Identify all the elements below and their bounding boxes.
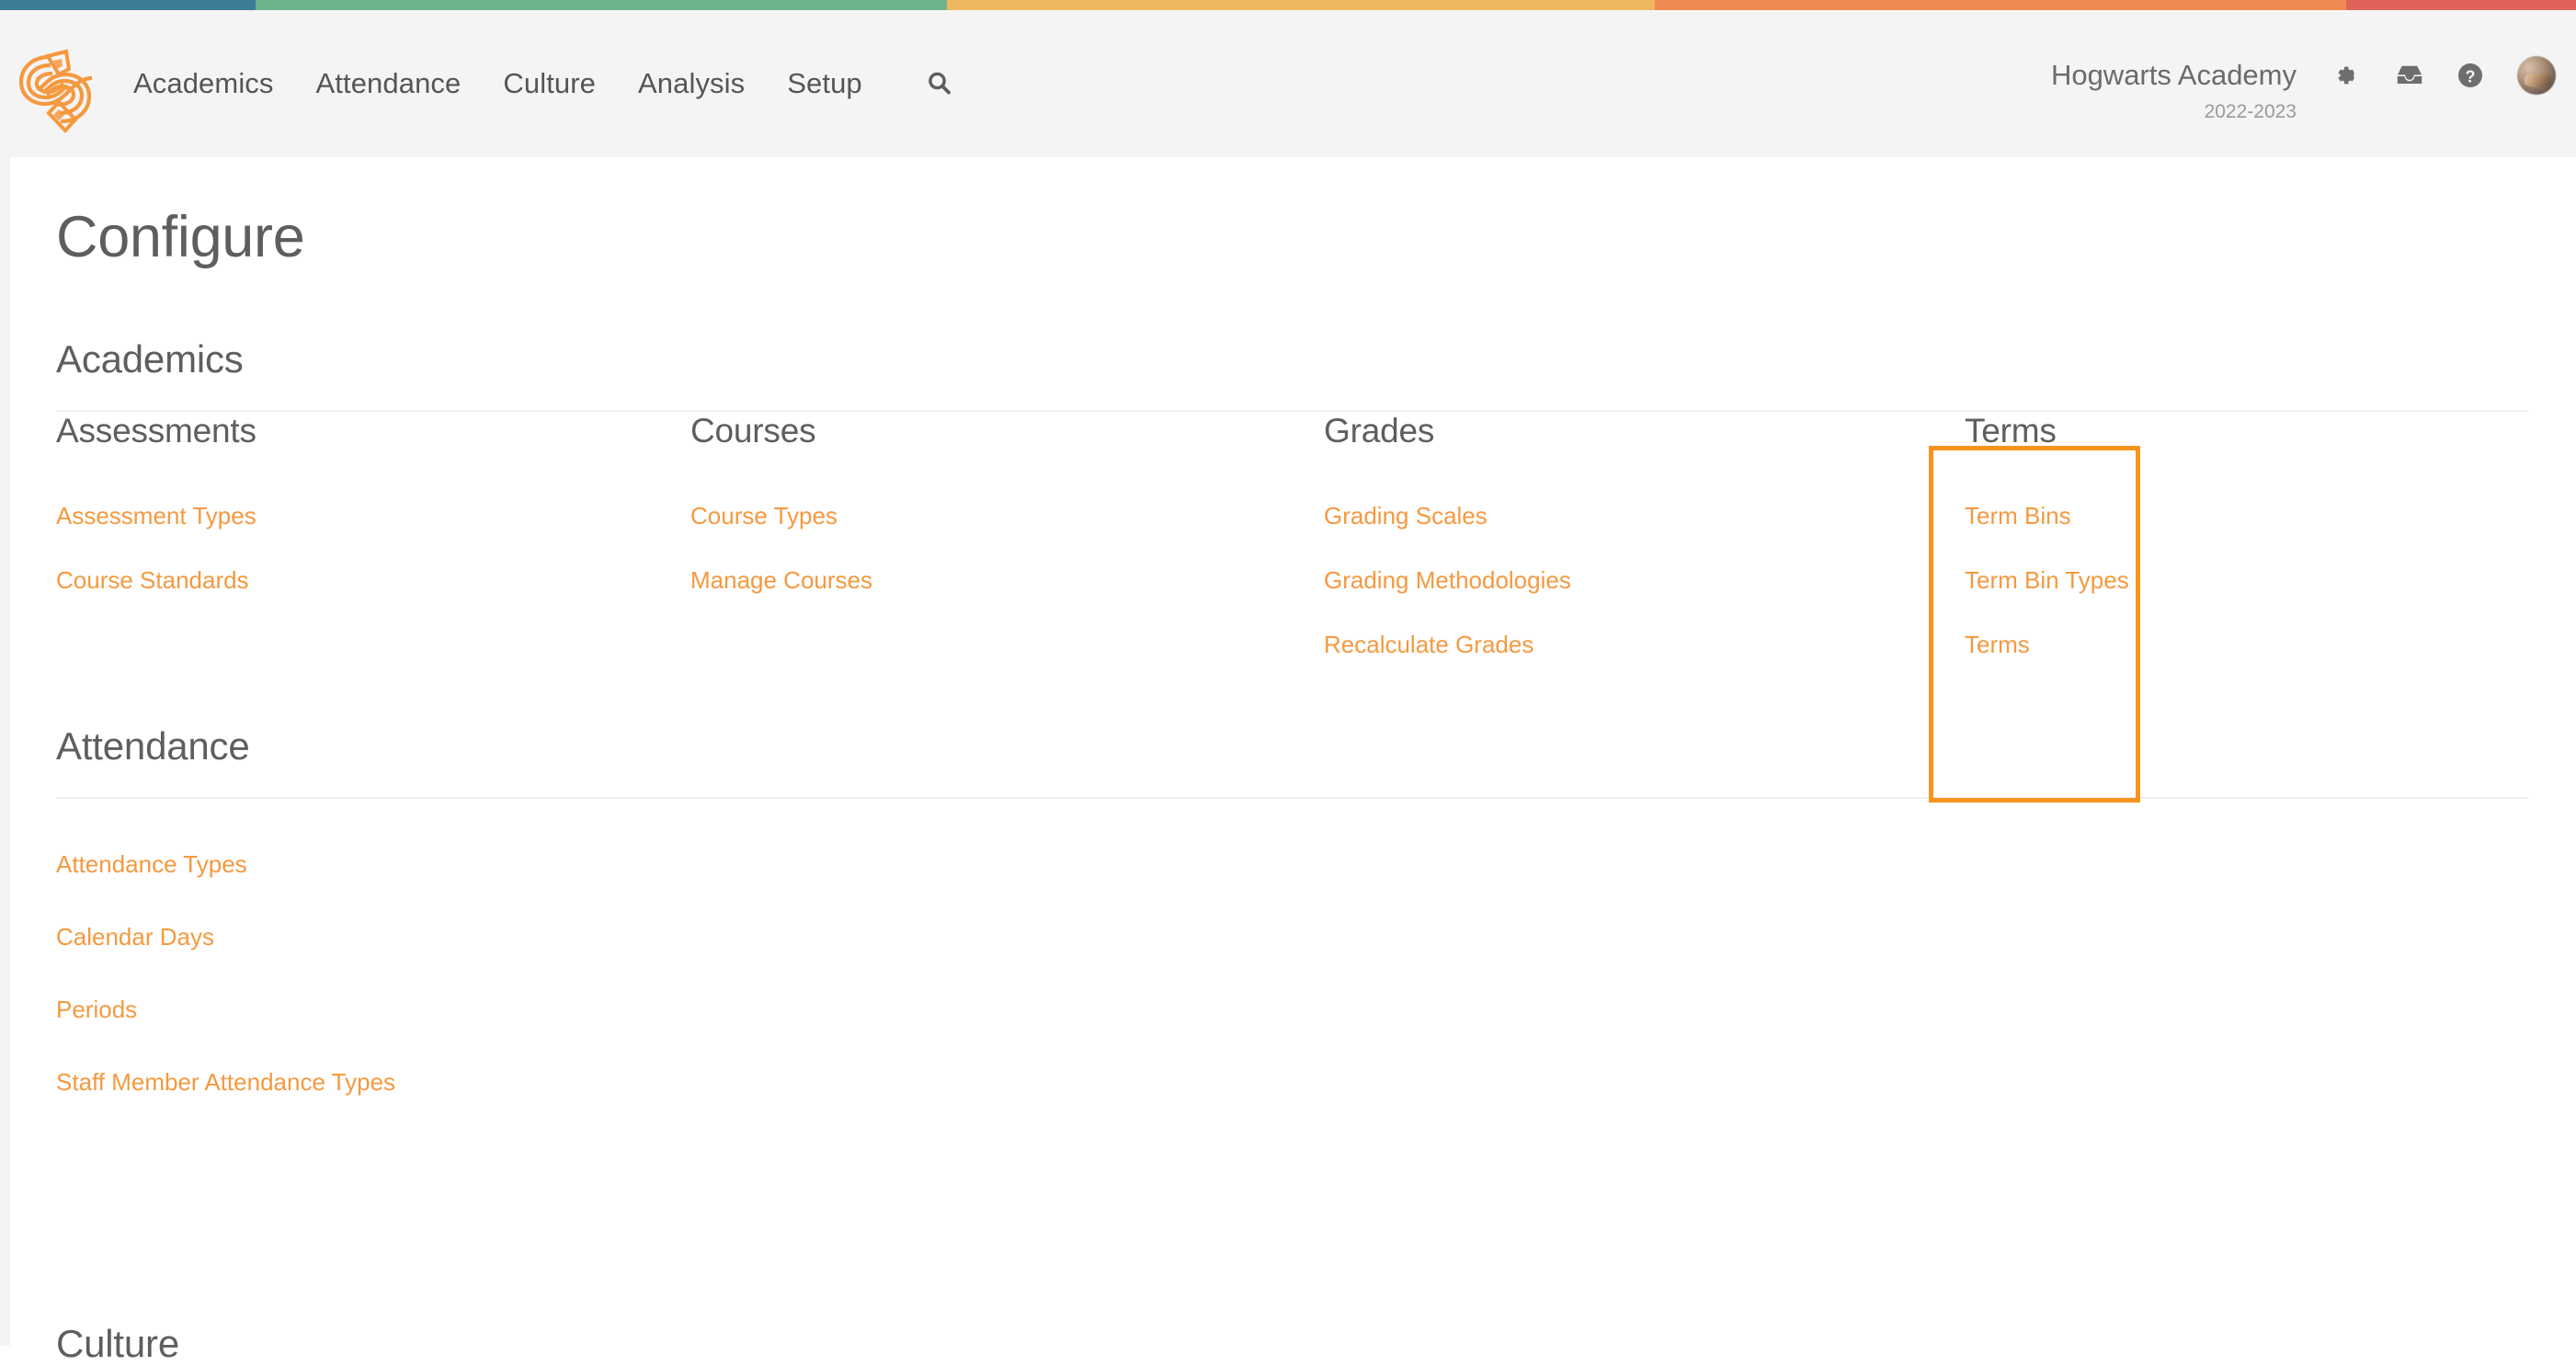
- section-culture: Culture: [56, 1322, 2529, 1366]
- gear-icon[interactable]: [2333, 60, 2365, 91]
- link-assessment-types[interactable]: Assessment Types: [56, 502, 256, 530]
- nav-item-academics[interactable]: Academics: [112, 62, 295, 106]
- column-title-grades: Grades: [1324, 412, 1571, 450]
- column-title-courses: Courses: [690, 412, 872, 450]
- link-terms[interactable]: Terms: [1965, 631, 2129, 659]
- column-grades: Grades Grading Scales Grading Methodolog…: [1324, 412, 1571, 659]
- app-header: Academics Attendance Culture Analysis Se…: [0, 10, 2576, 157]
- pencil-spiral-logo-icon[interactable]: [13, 41, 97, 137]
- link-calendar-days[interactable]: Calendar Days: [56, 923, 2529, 951]
- section-title-culture: Culture: [56, 1322, 2529, 1366]
- link-recalculate-grades[interactable]: Recalculate Grades: [1324, 631, 1571, 659]
- nav-item-analysis[interactable]: Analysis: [617, 62, 766, 106]
- strip-segment-1: [0, 0, 256, 10]
- left-gutter: [0, 10, 10, 1346]
- page-title: Configure: [56, 204, 304, 270]
- strip-segment-2: [256, 0, 947, 10]
- main-content: Configure Academics Assessments Assessme…: [10, 157, 2576, 1346]
- section-title-attendance: Attendance: [56, 724, 2529, 768]
- link-term-bins[interactable]: Term Bins: [1965, 502, 2129, 530]
- section-divider: [56, 797, 2529, 799]
- avatar[interactable]: [2517, 56, 2556, 95]
- column-terms: Terms Term Bins Term Bin Types Terms: [1965, 412, 2129, 659]
- column-assessments: Assessments Assessment Types Course Stan…: [56, 412, 256, 595]
- link-attendance-types[interactable]: Attendance Types: [56, 850, 2529, 879]
- section-attendance: Attendance Attendance Types Calendar Day…: [56, 724, 2529, 1097]
- academics-column-grid: Assessments Assessment Types Course Stan…: [56, 412, 2529, 715]
- link-grading-methodologies[interactable]: Grading Methodologies: [1324, 566, 1571, 595]
- nav-item-setup[interactable]: Setup: [766, 62, 883, 106]
- link-staff-member-attendance-types[interactable]: Staff Member Attendance Types: [56, 1068, 2529, 1097]
- top-accent-strip: [0, 0, 2576, 10]
- column-courses: Courses Course Types Manage Courses: [690, 412, 872, 595]
- search-icon[interactable]: [906, 64, 974, 103]
- strip-segment-5: [2346, 0, 2576, 10]
- school-year: 2022-2023: [2051, 101, 2297, 123]
- attendance-links: Attendance Types Calendar Days Periods S…: [56, 850, 2529, 1097]
- section-title-academics: Academics: [56, 337, 2529, 381]
- link-manage-courses[interactable]: Manage Courses: [690, 566, 872, 595]
- strip-segment-3: [947, 0, 1655, 10]
- school-name: Hogwarts Academy: [2051, 61, 2297, 89]
- help-icon[interactable]: ?: [2455, 60, 2486, 91]
- svg-text:?: ?: [2466, 68, 2476, 86]
- inbox-icon[interactable]: [2394, 60, 2425, 91]
- link-periods[interactable]: Periods: [56, 996, 2529, 1024]
- nav-item-culture[interactable]: Culture: [482, 62, 617, 106]
- primary-nav: Academics Attendance Culture Analysis Se…: [112, 62, 974, 106]
- school-context[interactable]: Hogwarts Academy 2022-2023: [2051, 56, 2297, 123]
- link-grading-scales[interactable]: Grading Scales: [1324, 502, 1571, 530]
- header-right-cluster: Hogwarts Academy 2022-2023 ?: [2051, 56, 2556, 123]
- link-course-types[interactable]: Course Types: [690, 502, 872, 530]
- column-title-terms: Terms: [1965, 412, 2129, 450]
- nav-item-attendance[interactable]: Attendance: [295, 62, 483, 106]
- section-academics: Academics Assessments Assessment Types C…: [56, 337, 2529, 715]
- link-term-bin-types[interactable]: Term Bin Types: [1965, 566, 2129, 595]
- link-course-standards[interactable]: Course Standards: [56, 566, 256, 595]
- strip-segment-4: [1655, 0, 2346, 10]
- column-title-assessments: Assessments: [56, 412, 256, 450]
